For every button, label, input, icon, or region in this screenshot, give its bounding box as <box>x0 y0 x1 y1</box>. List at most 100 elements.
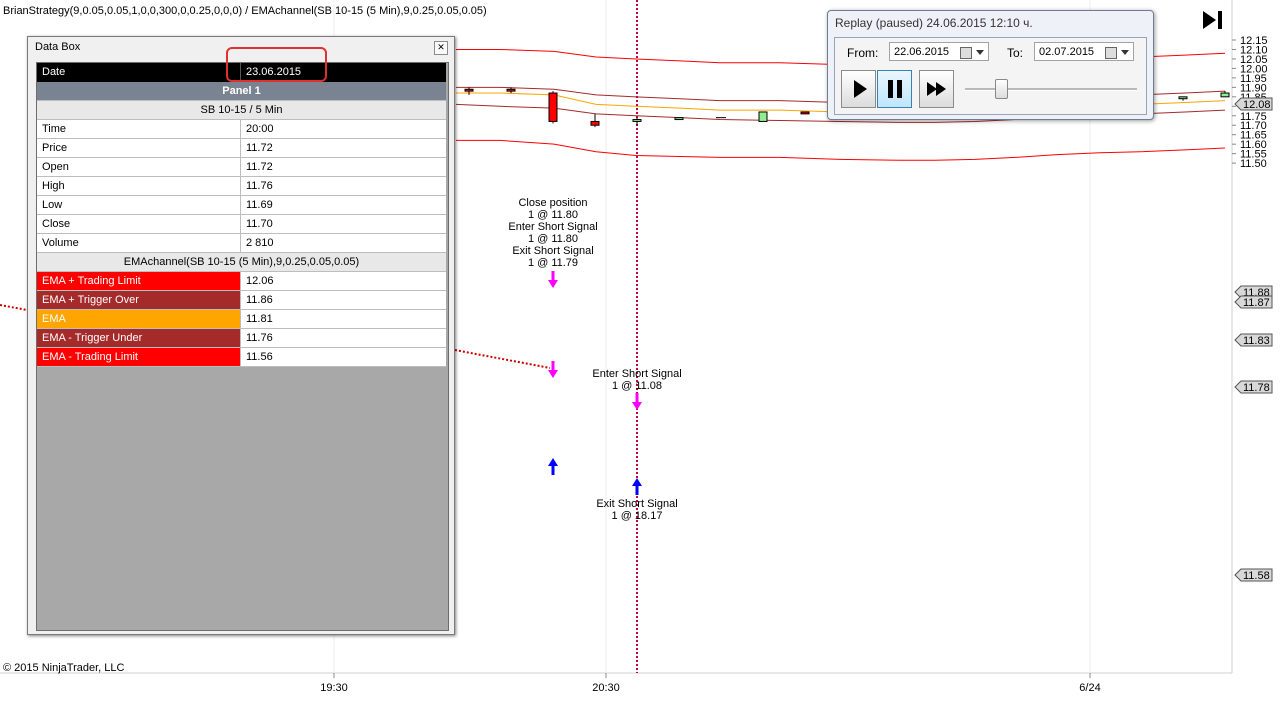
price-marker-label: 11.78 <box>1243 382 1270 394</box>
trade-annotation: 1 @ 11.08 <box>612 380 662 392</box>
trade-annotation: 1 @ 11.80 <box>528 233 578 245</box>
buy-arrow-icon <box>548 458 558 466</box>
data-row: Low 11.69 <box>37 196 446 215</box>
instrument-header: SB 10-15 / 5 Min <box>37 101 446 120</box>
y-tick-label: 11.50 <box>1240 158 1267 170</box>
play-button[interactable] <box>841 70 876 108</box>
trade-annotation: Enter Short Signal <box>508 221 597 233</box>
sell-arrow-stem <box>635 393 639 402</box>
from-date-value: 22.06.2015 <box>894 46 950 58</box>
indicator-row: EMA 11.81 <box>37 310 446 329</box>
data-row-value: 11.72 <box>246 142 273 154</box>
go-to-end-icon[interactable] <box>1200 8 1226 32</box>
candle-body <box>1178 96 1188 100</box>
replay-title: Replay (paused) 24.06.2015 12:10 ч. <box>835 16 1033 30</box>
candle-body <box>506 88 516 92</box>
indicator-row-value: 12.06 <box>246 275 274 287</box>
play-icon <box>854 80 867 98</box>
candle-body <box>1220 92 1230 98</box>
candle-body <box>632 119 642 122</box>
copyright-text: © 2015 NinjaTrader, LLC <box>3 662 125 674</box>
trade-annotation: Exit Short Signal <box>596 498 677 510</box>
close-icon[interactable]: ✕ <box>434 41 448 55</box>
indicator-row-value: 11.86 <box>246 294 273 306</box>
calendar-icon[interactable] <box>1105 47 1117 59</box>
data-row-value: 2 810 <box>246 237 274 249</box>
trade-line <box>0 304 28 311</box>
indicator-row-label: EMA - Trading Limit <box>37 348 241 366</box>
pause-button[interactable] <box>877 70 912 108</box>
x-tick-label: 20:30 <box>592 682 620 694</box>
date-highlight-box <box>226 47 327 82</box>
data-row-label: Open <box>37 158 241 176</box>
trade-annotation: 1 @ 11.79 <box>528 257 578 269</box>
replay-window[interactable]: Replay (paused) 24.06.2015 12:10 ч. From… <box>827 10 1154 120</box>
indicator-row-label: EMA <box>37 310 241 328</box>
sell-arrow-icon <box>548 370 558 378</box>
data-row-label: Low <box>37 196 241 214</box>
sell-arrow-icon <box>632 402 642 410</box>
to-label: To: <box>1007 46 1024 60</box>
data-row: Time 20:00 <box>37 120 446 139</box>
trade-line <box>454 349 551 369</box>
buy-arrow-icon <box>632 478 642 486</box>
pause-icon <box>888 80 902 98</box>
indicator-row-value: 11.56 <box>246 351 273 363</box>
data-box-window[interactable]: Data Box ✕ Date 23.06.2015 Panel 1 SB 10… <box>27 36 455 635</box>
candle-body <box>464 88 474 92</box>
data-row-value: 11.70 <box>246 218 273 230</box>
indicator-row: EMA - Trigger Under 11.76 <box>37 329 446 348</box>
indicator-row: EMA + Trading Limit 12.06 <box>37 272 446 291</box>
candle-body <box>800 111 810 115</box>
indicator-row-value: 11.76 <box>246 332 273 344</box>
indicator-header: EMAchannel(SB 10-15 (5 Min),9,0.25,0.05,… <box>37 253 446 272</box>
data-row: Close 11.70 <box>37 215 446 234</box>
to-date-value: 02.07.2015 <box>1039 46 1095 58</box>
sell-arrow-stem <box>551 271 555 280</box>
sell-arrow-stem <box>551 361 555 370</box>
speed-slider-thumb[interactable] <box>995 79 1008 99</box>
price-marker-label: 12.08 <box>1243 99 1271 111</box>
buy-arrow-stem <box>551 466 555 475</box>
price-marker-label: 11.83 <box>1243 335 1270 347</box>
from-date-field[interactable]: 22.06.2015 <box>889 42 989 61</box>
indicator-row-label: EMA - Trigger Under <box>37 329 241 347</box>
trade-annotation: 1 @ 11.80 <box>528 209 578 221</box>
data-row: Price 11.72 <box>37 139 446 158</box>
speed-slider-track[interactable] <box>965 88 1137 91</box>
from-label: From: <box>847 46 879 60</box>
indicator-row: EMA - Trading Limit 11.56 <box>37 348 446 367</box>
x-tick-label: 6/24 <box>1079 682 1100 694</box>
date-label: Date <box>37 63 241 81</box>
fast-forward-icon <box>927 82 946 96</box>
data-row-value: 11.72 <box>246 161 273 173</box>
price-marker-label: 11.87 <box>1243 297 1270 309</box>
data-box-table: Date 23.06.2015 Panel 1 SB 10-15 / 5 Min… <box>36 62 449 631</box>
indicator-row-label: EMA + Trading Limit <box>37 272 241 290</box>
candle-body <box>758 111 768 122</box>
data-row-label: High <box>37 177 241 195</box>
panel-header: Panel 1 <box>37 82 446 101</box>
candle-body <box>590 120 600 126</box>
chart-title: BrianStrategy(9,0.05,0.05,1,0,0,300,0,0.… <box>3 5 487 17</box>
buy-arrow-stem <box>635 486 639 495</box>
trade-annotation: 1 @ 18.17 <box>612 510 663 522</box>
ema-lower-limit-line <box>456 139 1226 161</box>
indicator-row: EMA + Trigger Over 11.86 <box>37 291 446 310</box>
data-row-label: Time <box>37 120 241 138</box>
sell-arrow-icon <box>548 280 558 288</box>
fast-forward-button[interactable] <box>919 70 954 108</box>
chevron-down-icon[interactable] <box>1121 50 1129 55</box>
data-row-value: 20:00 <box>246 123 274 135</box>
to-date-field[interactable]: 02.07.2015 <box>1034 42 1134 61</box>
trade-annotation: Exit Short Signal <box>512 245 593 257</box>
trade-annotation: Enter Short Signal <box>592 368 681 380</box>
candle-body <box>674 117 684 121</box>
calendar-icon[interactable] <box>960 47 972 59</box>
data-row-label: Close <box>37 215 241 233</box>
chevron-down-icon[interactable] <box>976 50 984 55</box>
replay-controls: From: 22.06.2015 To: 02.07.2015 <box>834 37 1147 115</box>
trade-annotation: Close position <box>518 197 587 209</box>
data-row: Volume 2 810 <box>37 234 446 253</box>
candle-body <box>548 92 558 122</box>
